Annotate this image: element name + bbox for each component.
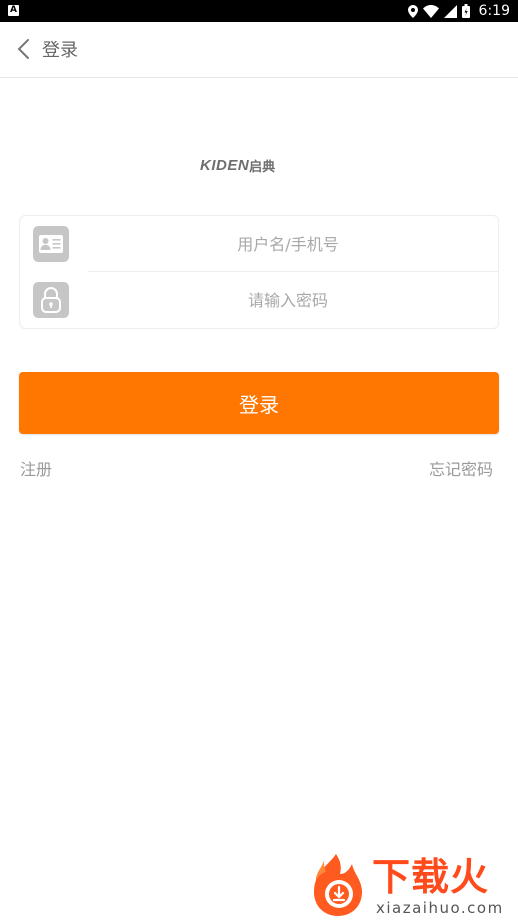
status-time: 6:19	[478, 3, 510, 19]
username-row	[20, 216, 498, 272]
brand-logo: KIDEN 启典	[200, 156, 318, 175]
flame-logo-icon	[314, 854, 362, 916]
title-bar: 登录	[0, 22, 518, 78]
username-input[interactable]	[88, 216, 488, 272]
register-link[interactable]: 注册	[20, 456, 52, 480]
status-icons: 6:19	[407, 0, 510, 22]
notification-icon: A	[8, 5, 19, 16]
password-row	[20, 272, 498, 328]
location-icon	[407, 4, 418, 18]
id-card-icon	[33, 226, 69, 262]
lock-icon	[33, 282, 69, 318]
watermark-cn-text: 下载火	[372, 855, 490, 899]
login-form	[19, 215, 499, 329]
signal-icon	[443, 4, 457, 18]
page-title: 登录	[42, 40, 78, 61]
status-bar: A 6:19	[0, 0, 518, 22]
logo-latin-text: KIDEN	[200, 156, 250, 174]
logo-cjk-text: 启典	[249, 159, 276, 175]
forgot-password-link[interactable]: 忘记密码	[429, 456, 493, 480]
wifi-icon	[422, 4, 439, 18]
watermark: 下载火 xiazaihuo.com	[306, 852, 518, 920]
watermark-en-text: xiazaihuo.com	[376, 899, 504, 917]
password-input[interactable]	[88, 272, 488, 328]
chevron-left-icon[interactable]	[14, 38, 34, 60]
login-button[interactable]: 登录	[19, 372, 499, 434]
battery-icon	[461, 4, 470, 18]
